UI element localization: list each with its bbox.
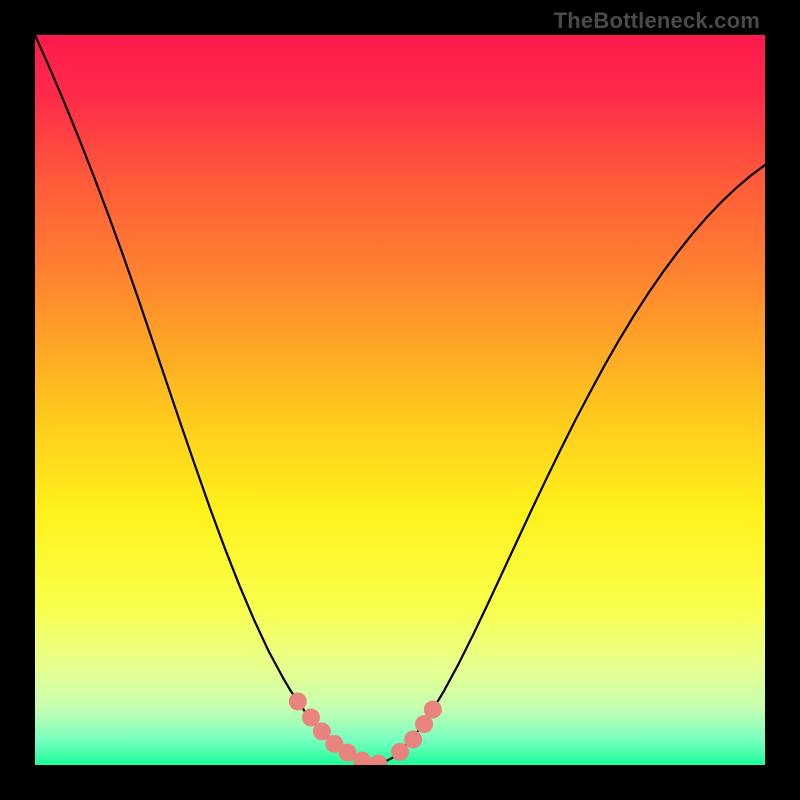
plot-area (35, 35, 765, 765)
highlight-dot (404, 730, 422, 748)
highlight-dot (369, 755, 387, 765)
highlight-dot (391, 743, 409, 761)
chart-frame: TheBottleneck.com (0, 0, 800, 800)
highlight-dot (424, 701, 442, 719)
highlight-dot (289, 692, 307, 710)
watermark-text: TheBottleneck.com (554, 8, 760, 34)
bottleneck-curve (35, 35, 765, 764)
highlight-dots (289, 692, 442, 765)
curve-layer (35, 35, 765, 765)
